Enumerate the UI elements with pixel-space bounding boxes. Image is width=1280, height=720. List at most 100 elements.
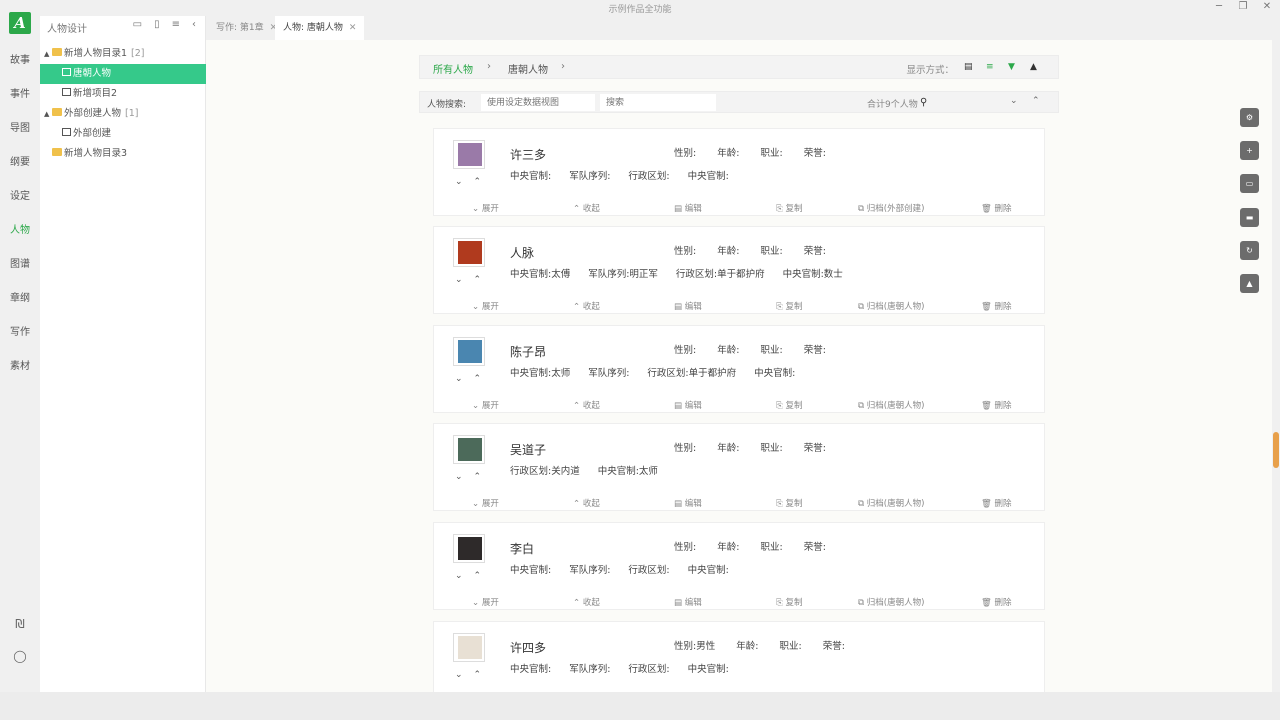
rail-item-events[interactable]: 事件 xyxy=(0,85,40,100)
list-view-icon[interactable]: ≡ xyxy=(986,62,994,72)
character-avatar[interactable] xyxy=(453,534,485,563)
edit-action[interactable]: ▤ 编辑 xyxy=(674,497,702,509)
add-person-fab-icon[interactable]: + xyxy=(1240,141,1259,160)
edit-action[interactable]: ▤ 编辑 xyxy=(674,300,702,312)
reorder-arrows[interactable]: ⌄⌃ xyxy=(455,472,492,482)
copy-action[interactable]: ⎘ 复制 xyxy=(776,399,803,411)
reorder-arrows[interactable]: ⌄⌃ xyxy=(455,670,492,680)
breadcrumb-all-characters[interactable]: 所有人物 xyxy=(433,61,473,76)
archive-action[interactable]: ⧉ 归档(唐朝人物) xyxy=(858,497,924,509)
edit-action[interactable]: ▤ 编辑 xyxy=(674,202,702,214)
reorder-arrows[interactable]: ⌄⌃ xyxy=(455,571,492,581)
chevron-down-icon[interactable]: ⌄ xyxy=(1010,96,1018,106)
archive-action[interactable]: ⧉ 归档(唐朝人物) xyxy=(858,300,924,312)
collapse-action[interactable]: ⌃ 收起 xyxy=(573,202,600,214)
scrollbar[interactable] xyxy=(1272,40,1280,692)
character-card[interactable]: 人脉 ⌄⌃ 性别: 年龄: 职业: 荣誉: 中央官制:太傅 军队序列:明正军 行政区… xyxy=(433,226,1045,314)
tab-tang-characters[interactable]: 人物: 唐朝人物 ✕ xyxy=(275,16,365,40)
collapse-action[interactable]: ⌃ 收起 xyxy=(573,399,600,411)
rail-item-settings[interactable]: 设定 xyxy=(0,187,40,202)
currency-icon[interactable]: ₪ xyxy=(0,617,40,631)
character-name[interactable]: 许三多 xyxy=(510,146,546,163)
copy-action[interactable]: ⎘ 复制 xyxy=(776,596,803,608)
expand-arrow-icon[interactable]: ▲ xyxy=(44,104,52,124)
expand-action[interactable]: ⌄ 展开 xyxy=(472,399,499,411)
expand-action[interactable]: ⌄ 展开 xyxy=(472,497,499,509)
copy-action[interactable]: ⎘ 复制 xyxy=(776,300,803,312)
search-icon[interactable]: ⚲ xyxy=(920,97,927,108)
tree-item-project-2[interactable]: 新增项目2 xyxy=(40,84,206,104)
tree-item-tang-characters[interactable]: 唐朝人物 xyxy=(40,64,206,84)
expand-action[interactable]: ⌄ 展开 xyxy=(472,596,499,608)
character-avatar[interactable] xyxy=(453,337,485,366)
rail-item-story[interactable]: 故事 xyxy=(0,51,40,66)
monitor-fab-icon[interactable]: ▭ xyxy=(1240,174,1259,193)
character-card[interactable]: 许三多 ⌄⌃ 性别: 年龄: 职业: 荣誉: 中央官制: 军队序列: 行政区划: 中央… xyxy=(433,128,1045,216)
archive-action[interactable]: ⧉ 归档(唐朝人物) xyxy=(858,596,924,608)
new-file-icon[interactable]: ▯ xyxy=(154,19,160,30)
character-avatar[interactable] xyxy=(453,435,485,464)
sort-up-icon[interactable]: ▲ xyxy=(1030,62,1037,72)
character-avatar[interactable] xyxy=(453,140,485,169)
character-name[interactable]: 陈子昂 xyxy=(510,343,546,360)
collapse-panel-icon[interactable]: ‹ xyxy=(192,19,196,30)
character-name[interactable]: 李白 xyxy=(510,540,534,557)
sort-down-icon[interactable]: ▼ xyxy=(1008,62,1015,72)
delete-action[interactable]: 🗑 删除 xyxy=(981,202,1012,214)
delete-action[interactable]: 🗑 删除 xyxy=(981,596,1012,608)
tree-item-external-folder[interactable]: ▲ 外部创建人物 [1] xyxy=(40,104,206,124)
laptop-fab-icon[interactable]: ▬ xyxy=(1240,208,1259,227)
expand-arrow-icon[interactable]: ▲ xyxy=(44,44,52,64)
scroll-thumb[interactable] xyxy=(1273,432,1279,468)
minimize-icon[interactable]: ─ xyxy=(1214,1,1224,12)
refresh-fab-icon[interactable]: ↻ xyxy=(1240,241,1259,260)
close-window-icon[interactable]: ✕ xyxy=(1262,1,1272,12)
settings-fab-icon[interactable]: ⚙ xyxy=(1240,108,1259,127)
character-card[interactable]: 陈子昂 ⌄⌃ 性别: 年龄: 职业: 荣誉: 中央官制:太师 军队序列: 行政区划:… xyxy=(433,325,1045,413)
rail-item-outline[interactable]: 纲要 xyxy=(0,153,40,168)
collapse-action[interactable]: ⌃ 收起 xyxy=(573,596,600,608)
tab-writing-chapter-1[interactable]: 写作: 第1章 ✕ xyxy=(208,16,285,40)
back-to-top-fab-icon[interactable]: ▲ xyxy=(1240,274,1259,293)
power-icon[interactable]: ◯ xyxy=(0,649,40,663)
close-tab-icon[interactable]: ✕ xyxy=(349,23,357,33)
reorder-arrows[interactable]: ⌄⌃ xyxy=(455,275,492,285)
chevron-up-icon[interactable]: ⌃ xyxy=(1032,96,1040,106)
search-input[interactable] xyxy=(600,94,716,111)
maximize-icon[interactable]: ❐ xyxy=(1238,1,1248,12)
archive-action[interactable]: ⧉ 归档(外部创建) xyxy=(858,202,924,214)
rail-item-writing[interactable]: 写作 xyxy=(0,323,40,338)
new-folder-icon[interactable]: ▭ xyxy=(133,19,142,30)
rail-item-graph[interactable]: 图谱 xyxy=(0,255,40,270)
character-avatar[interactable] xyxy=(453,633,485,662)
tree-item-external-create[interactable]: 外部创建 xyxy=(40,124,206,144)
rail-item-characters[interactable]: 人物 xyxy=(0,221,40,236)
character-name[interactable]: 许四多 xyxy=(510,639,546,656)
delete-action[interactable]: 🗑 删除 xyxy=(981,497,1012,509)
collapse-action[interactable]: ⌃ 收起 xyxy=(573,300,600,312)
rail-item-mindmap[interactable]: 导图 xyxy=(0,119,40,134)
collapse-action[interactable]: ⌃ 收起 xyxy=(573,497,600,509)
delete-action[interactable]: 🗑 删除 xyxy=(981,300,1012,312)
delete-action[interactable]: 🗑 删除 xyxy=(981,399,1012,411)
card-view-icon[interactable]: ▤ xyxy=(964,62,973,72)
rail-item-chapter-outline[interactable]: 章纲 xyxy=(0,289,40,304)
copy-action[interactable]: ⎘ 复制 xyxy=(776,202,803,214)
expand-action[interactable]: ⌄ 展开 xyxy=(472,300,499,312)
archive-action[interactable]: ⧉ 归档(唐朝人物) xyxy=(858,399,924,411)
character-avatar[interactable] xyxy=(453,238,485,267)
expand-action[interactable]: ⌄ 展开 xyxy=(472,202,499,214)
rail-item-materials[interactable]: 素材 xyxy=(0,357,40,372)
character-name[interactable]: 人脉 xyxy=(510,244,534,261)
tree-item-folder-1[interactable]: ▲ 新增人物目录1 [2] xyxy=(40,44,206,64)
copy-action[interactable]: ⎘ 复制 xyxy=(776,497,803,509)
character-name[interactable]: 吴道子 xyxy=(510,441,546,458)
character-card[interactable]: 吴道子 ⌄⌃ 性别: 年龄: 职业: 荣誉: 行政区划:关内道 中央官制:太师 ⌄… xyxy=(433,423,1045,511)
reorder-arrows[interactable]: ⌄⌃ xyxy=(455,374,492,384)
edit-action[interactable]: ▤ 编辑 xyxy=(674,399,702,411)
character-card[interactable]: 李白 ⌄⌃ 性别: 年龄: 职业: 荣誉: 中央官制: 军队序列: 行政区划: 中央官… xyxy=(433,522,1045,610)
breadcrumb-current[interactable]: 唐朝人物 xyxy=(508,61,548,76)
data-view-input[interactable] xyxy=(481,94,595,111)
menu-icon[interactable]: ≡ xyxy=(172,19,180,30)
reorder-arrows[interactable]: ⌄⌃ xyxy=(455,177,492,187)
